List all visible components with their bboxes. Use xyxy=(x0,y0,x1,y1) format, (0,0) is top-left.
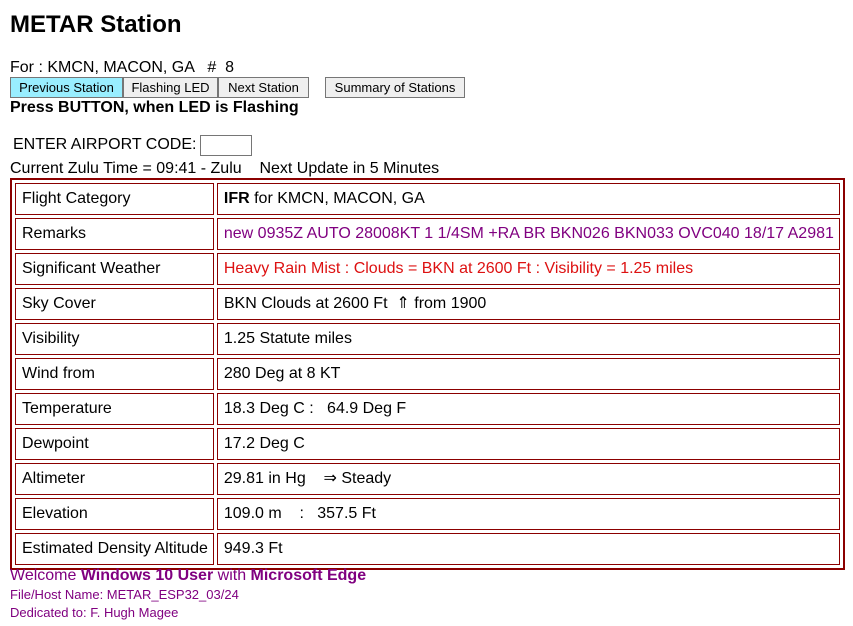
weather-row-value-text: new 0935Z AUTO 28008KT 1 1/4SM +RA BR BK… xyxy=(223,225,834,242)
weather-row: Visibility 1.25 Statute miles xyxy=(15,323,840,355)
welcome-with: with xyxy=(213,567,251,584)
weather-row: Flight Category IFR for KMCN, MACON, GA xyxy=(15,183,840,215)
zulu-time-line: Current Zulu Time = 09:41 - Zulu Next Up… xyxy=(10,160,440,177)
weather-row-label: Elevation xyxy=(15,498,214,530)
browser-name: Microsoft Edge xyxy=(250,567,367,584)
summary-of-stations-button[interactable]: Summary of Stations xyxy=(325,77,465,98)
weather-row-label: Estimated Density Altitude xyxy=(15,533,214,565)
weather-row-value-text: BKN Clouds at 2600 Ft ⇑ from 1900 xyxy=(223,295,487,312)
press-instruction: Press BUTTON, when LED is Flashing xyxy=(10,99,299,116)
weather-row-value: 17.2 Deg C xyxy=(216,428,840,460)
station-label: For : KMCN, MACON, GA # 8 xyxy=(10,59,235,76)
weather-row-value-text: for KMCN, MACON, GA xyxy=(249,190,425,207)
airport-code-row: ENTER AIRPORT CODE: xyxy=(13,135,252,157)
airport-code-label: ENTER AIRPORT CODE: xyxy=(13,136,197,153)
metar-page: METAR Station For : KMCN, MACON, GA # 8 … xyxy=(0,0,853,626)
weather-row-label: Flight Category xyxy=(15,183,214,215)
weather-row-value-text: 109.0 m : 357.5 Ft xyxy=(223,505,376,522)
weather-row-value: 18.3 Deg C : 64.9 Deg F xyxy=(216,393,840,425)
weather-row: Dewpoint 17.2 Deg C xyxy=(15,428,840,460)
weather-row-label: Remarks xyxy=(15,218,214,250)
weather-row-value-text: 18.3 Deg C : 64.9 Deg F xyxy=(223,400,407,417)
weather-row: Estimated Density Altitude 949.3 Ft xyxy=(15,533,840,565)
user-name: Windows 10 User xyxy=(80,567,214,584)
weather-row-value: 280 Deg at 8 KT xyxy=(216,358,840,390)
weather-row: Wind from 280 Deg at 8 KT xyxy=(15,358,840,390)
weather-row-value-text: 29.81 in Hg ⇒ Steady xyxy=(223,470,392,487)
weather-row-label: Wind from xyxy=(15,358,214,390)
weather-row: Altimeter 29.81 in Hg ⇒ Steady xyxy=(15,463,840,495)
flight-category-code: IFR xyxy=(223,190,250,207)
weather-row-value-text: Heavy Rain Mist : Clouds = BKN at 2600 F… xyxy=(223,260,694,277)
page-title: METAR Station xyxy=(10,11,182,38)
weather-row-value: new 0935Z AUTO 28008KT 1 1/4SM +RA BR BK… xyxy=(216,218,840,250)
weather-row-value-text: 17.2 Deg C xyxy=(223,435,305,452)
weather-row-label: Altimeter xyxy=(15,463,214,495)
weather-row: Sky Cover BKN Clouds at 2600 Ft ⇑ from 19… xyxy=(15,288,840,320)
weather-row-value-text: 280 Deg at 8 KT xyxy=(223,365,341,382)
welcome-line: Welcome Windows 10 User with Microsoft E… xyxy=(10,566,366,586)
dedication: Dedicated to: F. Hugh Magee xyxy=(10,605,179,620)
weather-row-value: BKN Clouds at 2600 Ft ⇑ from 1900 xyxy=(216,288,840,320)
weather-row-label: Significant Weather xyxy=(15,253,214,285)
next-station-button[interactable]: Next Station xyxy=(218,77,309,98)
weather-row-value-text: 1.25 Statute miles xyxy=(223,330,352,347)
weather-row: Remarks new 0935Z AUTO 28008KT 1 1/4SM +R… xyxy=(15,218,840,250)
weather-row-value: Heavy Rain Mist : Clouds = BKN at 2600 F… xyxy=(216,253,840,285)
weather-row-value: 109.0 m : 357.5 Ft xyxy=(216,498,840,530)
file-host-name: File/Host Name: METAR_ESP32_03/24 xyxy=(10,587,239,602)
weather-row-label: Temperature xyxy=(15,393,214,425)
weather-row: Significant Weather Heavy Rain Mist : Clo… xyxy=(15,253,840,285)
airport-code-input[interactable] xyxy=(200,135,252,156)
weather-row: Elevation 109.0 m : 357.5 Ft xyxy=(15,498,840,530)
flashing-led-button[interactable]: Flashing LED xyxy=(123,77,218,98)
weather-row-value: 1.25 Statute miles xyxy=(216,323,840,355)
weather-row-value: 29.81 in Hg ⇒ Steady xyxy=(216,463,840,495)
weather-row-value-text: 949.3 Ft xyxy=(223,540,283,557)
weather-row-label: Dewpoint xyxy=(15,428,214,460)
weather-table: Flight Category IFR for KMCN, MACON, GA Re… xyxy=(10,178,845,570)
previous-station-button[interactable]: Previous Station xyxy=(10,77,123,98)
weather-row-label: Visibility xyxy=(15,323,214,355)
weather-row-value: 949.3 Ft xyxy=(216,533,840,565)
weather-row-value: IFR for KMCN, MACON, GA xyxy=(216,183,840,215)
weather-row: Temperature 18.3 Deg C : 64.9 Deg F xyxy=(15,393,840,425)
weather-row-label: Sky Cover xyxy=(15,288,214,320)
welcome-prefix: Welcome xyxy=(10,567,81,584)
